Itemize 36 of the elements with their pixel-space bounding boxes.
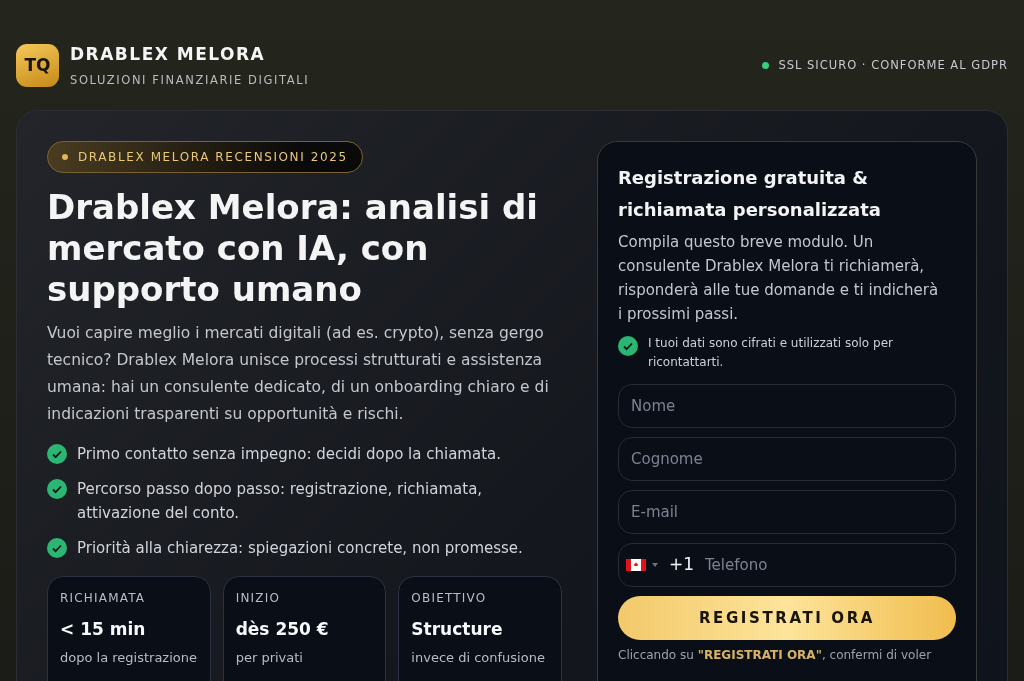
check-icon: [47, 444, 67, 464]
brand-name: DRABLEX MELORA: [70, 43, 267, 64]
brand-tagline: SOLUZIONI FINANZIARIE DIGITALI: [70, 72, 310, 87]
privacy-note: I tuoi dati sono cifrati e utilizzati solo per ricontattarti.: [648, 335, 894, 371]
form-title: Registrazione gratuita & richiamata personalizzata: [618, 166, 882, 222]
text-field[interactable]: Cognome: [618, 437, 956, 481]
badge-text: DRABLEX MELORA RECENSIONI 2025: [78, 150, 348, 164]
check-icon: [47, 538, 67, 558]
stat-note: per privati: [235, 649, 304, 667]
check-icon: [47, 479, 67, 499]
benefit-text: Percorso passo dopo passo: registrazione, richiamata, attivazione del conto.: [77, 479, 484, 524]
intro-paragraph: Vuoi capire meglio i mercati digitali (ad es. crypto), senza gergo tecnico? Drablex Melora unisce processi strutturati e assistenza umana: hai un consulente dedicato, di un onboarding chiaro e di indicazioni trasparenti su opportunità e rischi.: [47, 323, 550, 425]
stat-label: RICHIAMATA: [60, 591, 147, 605]
stat-note: invece di confusione: [411, 649, 546, 667]
hero-title: Drablex Melora: analisi di mercato con IA, con supporto umano: [47, 187, 539, 310]
bullet-icon: [62, 154, 68, 160]
stat-label: OBIETTIVO: [411, 591, 488, 605]
check-icon: [618, 336, 638, 356]
benefit-text: Primo contatto senza impegno: decidi dopo la chiamata.: [77, 444, 501, 465]
text-field[interactable]: E-mail: [618, 490, 956, 534]
form-description: Compila questo breve modulo. Un consulente Drablex Melora ti richiamerà, risponderà alle tue domande e ti indicherà i prossimi passi.: [618, 232, 940, 325]
stat-value: < 15 min: [60, 619, 147, 639]
disclaimer-text: Cliccando su "REGISTRATI ORA", confermi di voler: [618, 648, 933, 662]
register-button[interactable]: REGISTRATI ORA: [618, 596, 956, 640]
stat-label: INIZIO: [235, 591, 282, 605]
brand-logo: TQ: [16, 43, 59, 87]
benefit-text: Priorità alla chiarezza: spiegazioni concrete, non promesse.: [77, 538, 523, 559]
security-note: SSL SICURO · CONFORME AL GDPR: [778, 58, 1008, 72]
stat-value: dès 250 €: [235, 619, 330, 639]
caret-icon[interactable]: [652, 563, 658, 567]
stat-note: dopo la registrazione: [60, 649, 198, 667]
stat-value: Structure: [411, 619, 504, 639]
text-field[interactable]: Nome: [618, 384, 956, 428]
flag-icon[interactable]: [626, 559, 646, 571]
status-dot-icon: [762, 61, 770, 69]
dial-code: +1: [669, 554, 695, 574]
